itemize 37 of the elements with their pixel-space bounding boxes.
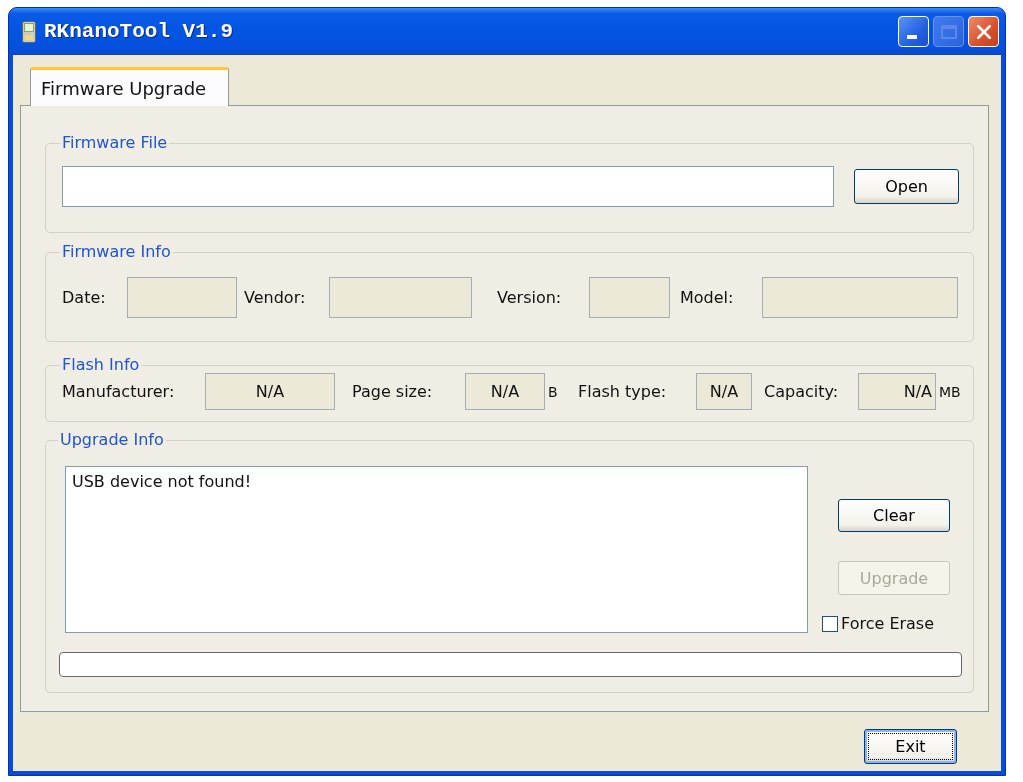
file-path-field[interactable] <box>62 166 834 207</box>
action-button[interactable]: Clear <box>838 499 950 532</box>
unit-label: MB <box>939 383 961 400</box>
log-textarea[interactable]: USB device not found! <box>65 466 808 633</box>
exit-button[interactable]: Exit <box>864 729 957 764</box>
minimize-button[interactable] <box>898 16 929 47</box>
close-icon <box>976 24 991 39</box>
window-title: RKnanoTool V1.9 <box>44 20 234 43</box>
checkbox[interactable] <box>822 615 838 632</box>
value-field: N/A <box>205 373 335 410</box>
device-icon <box>22 20 36 43</box>
value-field: N/A <box>465 373 545 410</box>
info-field[interactable] <box>329 277 472 318</box>
field-label: Version: <box>497 288 562 307</box>
info-field[interactable] <box>762 277 958 318</box>
field-label: Manufacturer: <box>62 382 175 401</box>
value-field: N/A <box>858 373 936 410</box>
group-title: Upgrade Info <box>59 430 165 450</box>
field-label: Vendor: <box>244 288 306 307</box>
tab[interactable]: Firmware Upgrade <box>30 67 230 106</box>
group-title: Firmware Info <box>61 242 172 262</box>
group-title: Flash Info <box>61 355 141 375</box>
maximize-icon <box>941 25 957 39</box>
info-field[interactable] <box>589 277 670 318</box>
group-title: Firmware File <box>61 133 169 153</box>
minimize-icon <box>907 35 917 39</box>
unit-label: B <box>548 383 558 400</box>
field-label: Date: <box>62 288 106 307</box>
value-field: N/A <box>696 373 752 410</box>
field-label: Flash type: <box>578 382 667 401</box>
field-label: Page size: <box>352 382 433 401</box>
field-label: Capacity: <box>764 382 839 401</box>
info-field[interactable] <box>127 277 237 318</box>
field-label: Model: <box>680 288 734 307</box>
close-button[interactable] <box>968 16 999 47</box>
open-button[interactable]: Open <box>854 169 959 204</box>
checkbox-label: Force Erase <box>841 614 935 633</box>
